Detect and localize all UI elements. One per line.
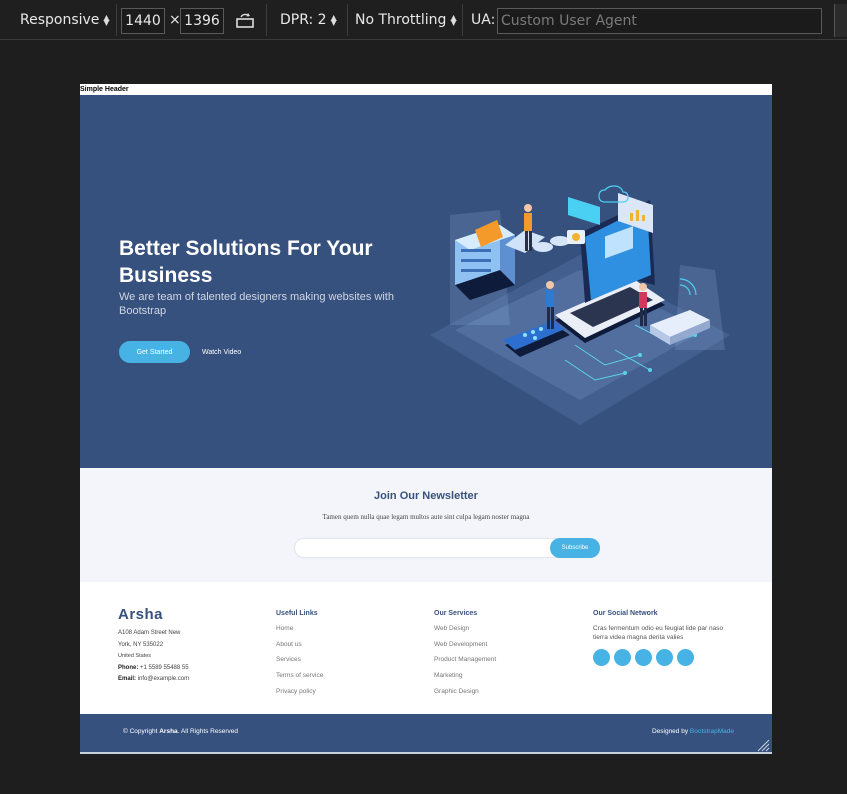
toolbar-divider <box>116 4 117 36</box>
newsletter-section: Join Our Newsletter Tamen quem nulla qua… <box>80 468 772 582</box>
newsletter-title: Join Our Newsletter <box>374 490 478 502</box>
height-input[interactable]: 1396 <box>180 8 224 34</box>
device-select-label: Responsive <box>20 12 100 28</box>
email-label: Email: <box>118 676 137 682</box>
subscribe-button[interactable]: Subscribe <box>550 538 600 558</box>
twitter-icon[interactable] <box>593 649 610 666</box>
instagram-icon[interactable] <box>635 649 652 666</box>
email-value: info@example.com <box>137 676 190 682</box>
dpr-label: DPR: 2 <box>280 12 327 28</box>
copyright-suffix: . All Rights Reserved <box>177 728 239 735</box>
dpr-select[interactable]: DPR: 2 ▲ ▼ <box>280 0 337 40</box>
services-title: Our Services <box>434 610 478 617</box>
social-title: Our Social Network <box>593 610 658 617</box>
footer-link-about[interactable]: About us <box>276 640 426 656</box>
email-line: Email: info@example.com <box>118 674 258 686</box>
width-input[interactable]: 1440 <box>121 8 165 34</box>
footer-link-home[interactable]: Home <box>276 624 426 640</box>
footer-address: A108 Adam Street New York, NY 535022 Uni… <box>118 628 258 686</box>
rotate-icon <box>236 13 254 28</box>
service-link-graphic-design[interactable]: Graphic Design <box>434 687 584 703</box>
copyright-brand: Arsha <box>159 728 178 735</box>
select-arrows-icon: ▲ ▼ <box>103 13 110 27</box>
service-link-web-design[interactable]: Web Design <box>434 624 584 640</box>
rotate-button[interactable] <box>236 0 254 40</box>
phone-line: Phone: +1 5589 55488 55 <box>118 663 258 675</box>
designed-by-link[interactable]: BootstrapMade <box>690 728 734 735</box>
hero-heading: Better Solutions For Your Business <box>119 237 373 287</box>
phone-value: +1 5589 55488 55 <box>140 664 189 671</box>
toolbar-divider <box>462 4 463 36</box>
watch-video-link[interactable]: Watch Video <box>202 341 241 363</box>
select-arrows-icon: ▲ ▼ <box>330 13 337 27</box>
footer-link-services[interactable]: Services <box>276 655 426 671</box>
useful-links-column: Useful Links Home About us Services Term… <box>276 610 426 702</box>
linkedin-icon[interactable] <box>677 649 694 666</box>
emulated-viewport: Simple Header Better Solutions For Your … <box>80 84 772 754</box>
designed-by-label: Designed by <box>651 728 690 735</box>
services-column: Our Services Web Design Web Development … <box>434 610 584 702</box>
newsletter-text: Tamen quem nulla quae legam multos aute … <box>322 513 530 521</box>
useful-links-title: Useful Links <box>276 610 318 617</box>
phone-label: Phone: <box>118 664 139 671</box>
hero-section: Better Solutions For Your Business We ar… <box>80 95 772 468</box>
page-title: Simple Header <box>80 86 129 93</box>
social-column: Our Social Network Cras fermentum odio e… <box>593 610 743 666</box>
footer-link-privacy[interactable]: Privacy policy <box>276 687 426 703</box>
footer-bottom: © Copyright Arsha. All Rights Reserved D… <box>80 714 772 754</box>
facebook-icon[interactable] <box>614 649 631 666</box>
social-text: Cras fermentum odio eu feugiat lide par … <box>593 625 724 641</box>
service-link-web-development[interactable]: Web Development <box>434 640 584 656</box>
resize-handle-icon[interactable] <box>756 738 770 752</box>
user-agent-input[interactable]: Custom User Agent <box>497 8 822 34</box>
footer-top: Arsha A108 Adam Street New York, NY 5350… <box>80 582 772 714</box>
ua-label: UA: <box>471 12 496 28</box>
hero-subheading: We are team of talented designers making… <box>119 291 394 317</box>
address-line: United States <box>118 653 152 659</box>
service-link-product-management[interactable]: Product Management <box>434 655 584 671</box>
copyright: © Copyright Arsha. All Rights Reserved <box>123 728 238 735</box>
service-link-marketing[interactable]: Marketing <box>434 671 584 687</box>
social-links <box>593 649 743 666</box>
throttling-select[interactable]: No Throttling ▲ ▼ <box>355 0 457 40</box>
toolbar-divider <box>266 4 267 36</box>
toolbar-divider <box>347 4 348 36</box>
address-line: A108 Adam Street New <box>118 630 181 636</box>
footer-link-terms[interactable]: Terms of service <box>276 671 426 687</box>
address-line: York, NY 535022 <box>118 641 164 648</box>
hero-illustration <box>430 185 730 425</box>
credits: Designed by BootstrapMade <box>652 728 734 735</box>
throttling-label: No Throttling <box>355 12 447 28</box>
dimension-separator: × <box>169 12 181 28</box>
toolbar-overflow-button[interactable] <box>834 4 847 37</box>
device-select[interactable]: Responsive ▲ ▼ <box>20 0 110 40</box>
skype-icon[interactable] <box>656 649 673 666</box>
footer-brand: Arsha <box>118 606 164 623</box>
device-toolbar: Responsive ▲ ▼ 1440 × 1396 DPR: 2 ▲ ▼ No T… <box>0 0 847 40</box>
select-arrows-icon: ▲ ▼ <box>450 13 457 27</box>
get-started-button[interactable]: Get Started <box>119 341 190 363</box>
copyright-prefix: © Copyright <box>123 728 160 735</box>
